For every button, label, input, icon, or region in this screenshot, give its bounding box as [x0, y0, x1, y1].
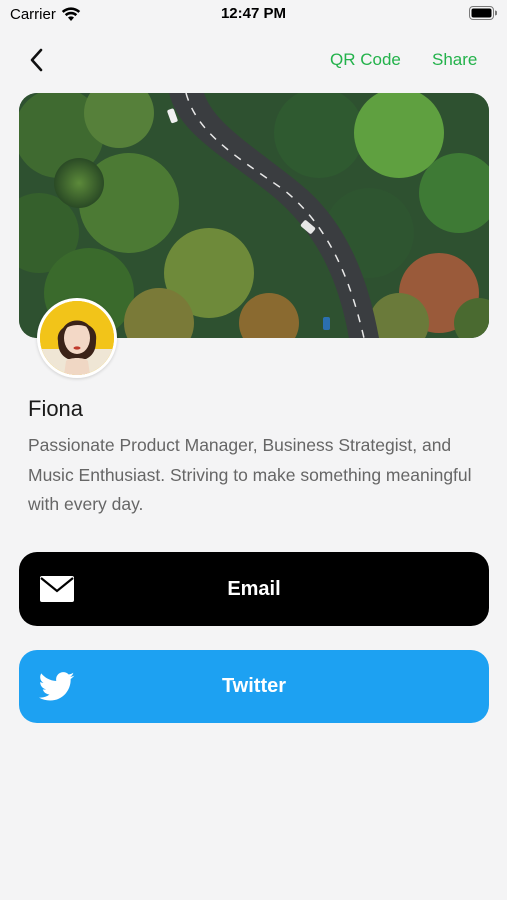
chevron-left-icon: [30, 48, 43, 72]
profile-name: Fiona: [28, 396, 84, 421]
status-time: 12:47 PM: [220, 5, 287, 22]
email-button-label: Email: [227, 577, 281, 600]
avatar: [37, 298, 117, 378]
status-bar: Carrier 12:47 PM: [0, 0, 507, 30]
share-button[interactable]: Share: [432, 50, 477, 70]
envelope-icon: [39, 571, 75, 607]
back-button[interactable]: [22, 45, 50, 75]
twitter-button[interactable]: Twitter: [19, 650, 489, 723]
twitter-bird-icon: [39, 669, 75, 705]
profile-bio: Passionate Product Manager, Business Str…: [28, 435, 472, 514]
qr-code-button[interactable]: QR Code: [330, 50, 401, 70]
email-button[interactable]: Email: [19, 552, 489, 626]
battery-icon: [469, 6, 497, 20]
twitter-button-label: Twitter: [221, 675, 287, 697]
